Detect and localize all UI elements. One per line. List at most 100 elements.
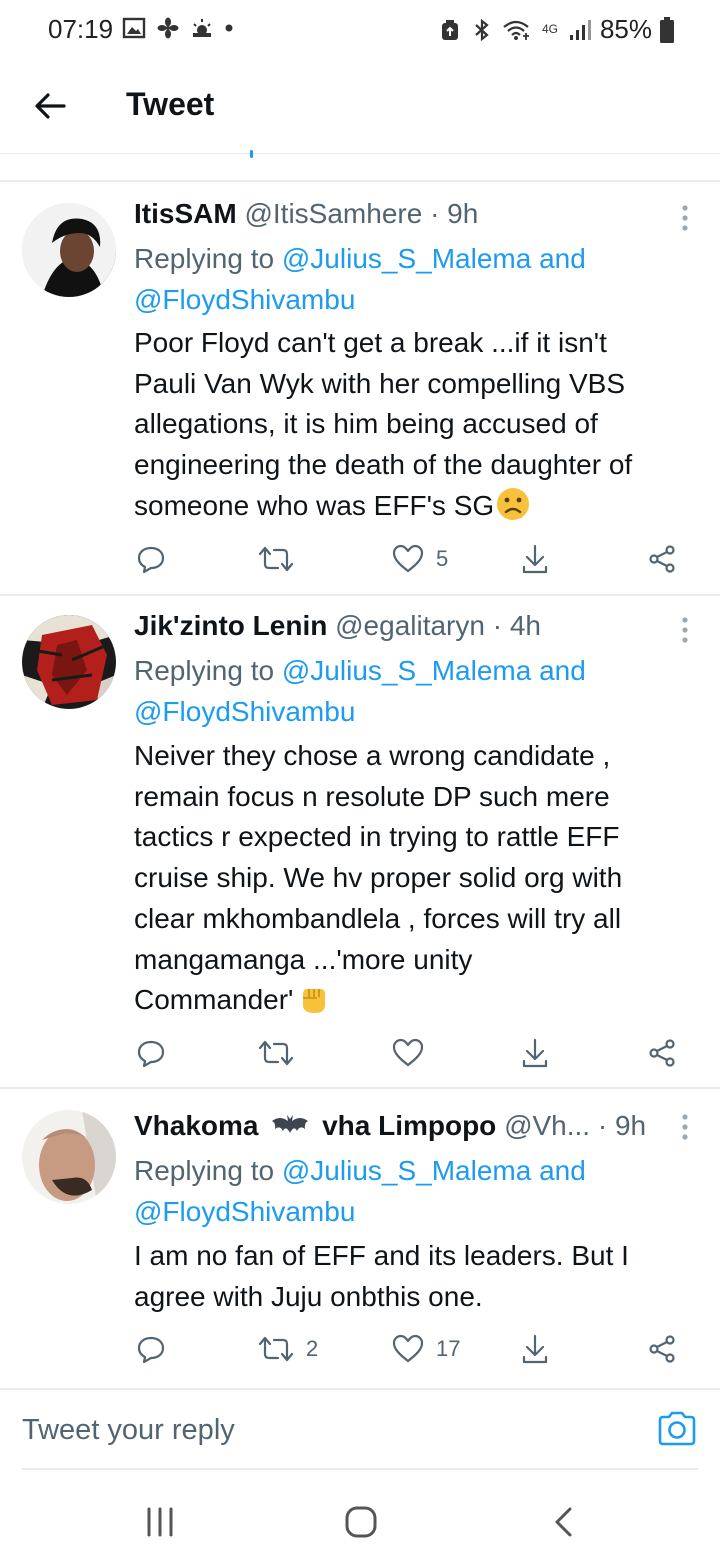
tweet-text: I am no fan of EFF and its leaders. But … bbox=[134, 1236, 694, 1317]
retweet-button[interactable] bbox=[258, 539, 306, 579]
tweet-actions bbox=[134, 1033, 694, 1073]
reply-underline bbox=[22, 1468, 698, 1470]
author-name[interactable]: Jik'zinto Lenin bbox=[134, 610, 327, 641]
author-handle[interactable]: @Vh... bbox=[504, 1110, 590, 1141]
like-button[interactable] bbox=[392, 1033, 436, 1073]
bat-emoji-icon bbox=[272, 1115, 309, 1133]
text-line: tactics r expected in trying to rattle E… bbox=[134, 821, 620, 853]
like-count: 5 bbox=[436, 546, 449, 571]
replying-to: Replying to @Julius_S_Malema and @FloydS… bbox=[134, 238, 586, 320]
mention-link[interactable]: @Julius_S_Malema and bbox=[282, 655, 586, 686]
download-icon bbox=[522, 1038, 548, 1068]
retweet-count: 2 bbox=[306, 1336, 319, 1361]
text-line-with-emoji: someone who was EFF's SG bbox=[134, 486, 694, 527]
share-icon bbox=[649, 1039, 675, 1067]
text-line: agree with Juju onbthis one. bbox=[134, 1280, 483, 1312]
bookmark-button[interactable] bbox=[520, 1033, 550, 1073]
text-line: Neiver they chose a wrong candidate , bbox=[134, 740, 611, 771]
confused-face-emoji bbox=[497, 487, 530, 520]
text-line-with-emoji: Commander' bbox=[134, 980, 694, 1021]
back-arrow-icon[interactable] bbox=[30, 86, 70, 126]
text-line: cruise ship. We hv proper solid org with bbox=[134, 862, 623, 894]
mention-link[interactable]: @FloydShivambu bbox=[134, 696, 355, 727]
raised-fist-emoji bbox=[303, 989, 326, 1014]
like-count: 17 bbox=[436, 1336, 461, 1361]
text-line: engineering the death of the daughter of bbox=[134, 449, 633, 481]
battery-icon bbox=[660, 16, 674, 43]
replying-to: Replying to @Julius_S_Malema and @FloydS… bbox=[134, 650, 586, 732]
reply-composer: Tweet your reply bbox=[0, 1388, 720, 1478]
divider bbox=[0, 180, 720, 182]
heart-icon bbox=[392, 1038, 424, 1067]
author-handle[interactable]: @ItisSamhere bbox=[244, 198, 422, 229]
text-line: remain focus n resolute DP such mere bbox=[134, 780, 610, 812]
status-notification-icons bbox=[122, 16, 234, 40]
text-line: Poor Floyd can't get a break ...if it is… bbox=[134, 327, 607, 358]
tweet-time: · 4h bbox=[492, 610, 541, 641]
reply-button[interactable] bbox=[136, 1033, 166, 1073]
reply-input[interactable]: Tweet your reply bbox=[22, 1414, 235, 1447]
tweet-time: · 9h bbox=[597, 1110, 647, 1141]
home-icon[interactable] bbox=[341, 1504, 381, 1540]
retweet-button[interactable] bbox=[258, 1033, 306, 1073]
page-title: Tweet bbox=[126, 86, 215, 122]
retweet-button[interactable]: 2 bbox=[258, 1329, 318, 1369]
reply-button[interactable] bbox=[136, 1329, 166, 1369]
bookmark-button[interactable] bbox=[520, 539, 550, 579]
recent-apps-icon[interactable] bbox=[140, 1504, 180, 1540]
like-button[interactable]: 17 bbox=[392, 1329, 460, 1369]
divider bbox=[0, 594, 720, 596]
like-button[interactable]: 5 bbox=[392, 539, 448, 579]
divider bbox=[0, 1087, 720, 1089]
avatar[interactable] bbox=[22, 203, 116, 297]
network-label: 4G bbox=[541, 22, 558, 36]
wifi-icon bbox=[503, 20, 529, 40]
reply-icon bbox=[137, 546, 165, 574]
author-name[interactable]: ItisSAM bbox=[134, 198, 237, 229]
replying-prefix: Replying to bbox=[134, 655, 275, 686]
retweet-icon bbox=[258, 1040, 294, 1066]
app-header: Tweet bbox=[0, 58, 720, 154]
share-button[interactable] bbox=[648, 539, 678, 579]
avatar-image bbox=[22, 615, 116, 709]
more-options-icon[interactable] bbox=[680, 615, 690, 645]
gallery-icon bbox=[122, 17, 146, 39]
download-icon bbox=[522, 544, 548, 574]
share-button[interactable] bbox=[648, 1329, 678, 1369]
back-nav-icon[interactable] bbox=[544, 1504, 584, 1540]
text-line: allegations, it is him being accused of bbox=[134, 408, 598, 440]
weather-icon bbox=[193, 19, 211, 37]
avatar[interactable] bbox=[22, 615, 116, 709]
tweet-time: · 9h bbox=[430, 198, 479, 229]
replying-to: Replying to @Julius_S_Malema and @FloydS… bbox=[134, 1150, 586, 1232]
text-line: Commander' bbox=[134, 984, 294, 1016]
author-name[interactable]: Vhakoma bbox=[134, 1110, 259, 1141]
more-options-icon[interactable] bbox=[680, 1112, 690, 1142]
reply-button[interactable] bbox=[136, 539, 166, 579]
mention-link[interactable]: @Julius_S_Malema and bbox=[282, 1155, 586, 1186]
avatar-image bbox=[22, 203, 116, 297]
share-button[interactable] bbox=[648, 1033, 678, 1073]
download-icon bbox=[522, 1334, 548, 1364]
status-time: 07:19 bbox=[48, 14, 114, 44]
text-line: Pauli Van Wyk with her compelling VBS bbox=[134, 367, 625, 399]
camera-icon[interactable] bbox=[656, 1408, 698, 1450]
replying-prefix: Replying to bbox=[134, 1155, 275, 1186]
tweet-text: Poor Floyd can't get a break ...if it is… bbox=[134, 323, 694, 527]
reply-icon bbox=[137, 1336, 165, 1364]
text-line: clear mkhombandlela , forces will try al… bbox=[134, 902, 622, 934]
bookmark-button[interactable] bbox=[520, 1329, 550, 1369]
bluetooth-icon bbox=[475, 18, 489, 41]
tweet-actions: 2 17 bbox=[134, 1329, 694, 1369]
more-options-icon[interactable] bbox=[680, 203, 690, 233]
author-name[interactable]: vha Limpopo bbox=[322, 1110, 496, 1141]
mention-link[interactable]: @Julius_S_Malema and bbox=[282, 243, 586, 274]
share-icon bbox=[649, 1335, 675, 1363]
avatar-image bbox=[22, 1110, 116, 1204]
avatar[interactable] bbox=[22, 1110, 116, 1204]
mention-link[interactable]: @FloydShivambu bbox=[134, 284, 355, 315]
dot-icon bbox=[225, 24, 233, 32]
share-icon bbox=[649, 545, 675, 573]
author-handle[interactable]: @egalitaryn bbox=[335, 610, 485, 641]
mention-link[interactable]: @FloydShivambu bbox=[134, 1196, 355, 1227]
